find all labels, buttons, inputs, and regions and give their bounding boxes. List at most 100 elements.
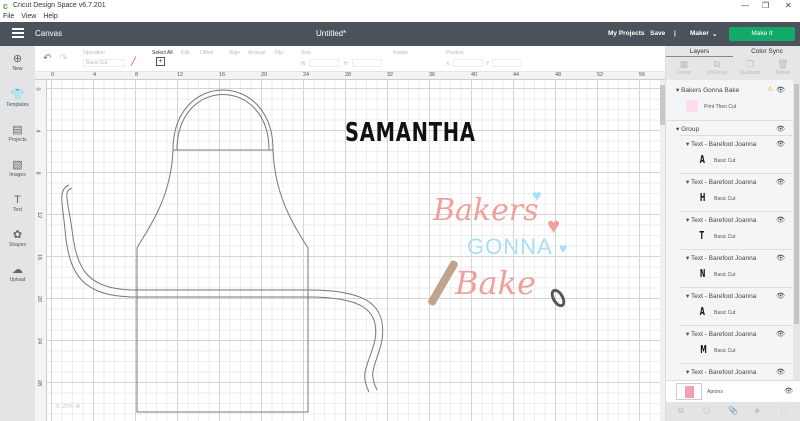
layer-operation: Basic Cut [714, 234, 736, 240]
ruler-tick-label: 16 [219, 72, 226, 78]
ruler-tick-label: 28 [345, 72, 352, 78]
sidebar-item-new[interactable]: ⊕ New [0, 52, 35, 72]
close-button[interactable]: ✕ [785, 1, 792, 10]
layer-text[interactable]: ▾ Text - Barefoot Joanna 👁 A Basic Cut [666, 290, 793, 326]
contour-icon[interactable]: ⛶ [781, 406, 787, 416]
edit-button[interactable]: Edit [181, 50, 190, 56]
arrange-button[interactable]: Arrange [248, 50, 266, 56]
sidebar-label: New [12, 66, 23, 72]
flip-button[interactable]: Flip [275, 50, 283, 56]
layer-name: Bakers Gonna Bake [681, 87, 740, 94]
layer-text[interactable]: ▾ Text - Barefoot Joanna 👁 T Basic Cut [666, 214, 793, 250]
flatten-icon[interactable]: ◈ [754, 406, 760, 415]
width-input[interactable] [309, 59, 339, 67]
design-text-bake: Bake [455, 264, 536, 302]
heart-icon: ♥ [559, 240, 568, 256]
layers-scrollbar[interactable] [793, 80, 800, 380]
eye-icon[interactable]: 👁 [776, 368, 785, 376]
rotate-label: Rotate [393, 50, 408, 56]
ruler-tick-label: 12 [177, 72, 184, 78]
zoom-control[interactable]: ⊖ 25% ⊕ [55, 403, 80, 410]
sidebar-item-templates[interactable]: 👕 Templates [0, 88, 35, 108]
tab-color-sync[interactable]: Color Sync [733, 46, 800, 57]
delete-button[interactable]: 🗑 Delete [767, 59, 799, 76]
menu-view[interactable]: View [21, 13, 36, 20]
layers-list[interactable]: ▾ Bakers Gonna Bake ⚠ 👁 Print Then Cut ▾… [666, 80, 793, 380]
tab-layers[interactable]: Layers [666, 46, 733, 57]
undo-icon[interactable]: ↶ [43, 53, 51, 64]
plus-circle-icon: ⊕ [12, 53, 23, 65]
sidebar-item-images[interactable]: ▧ Images [0, 158, 35, 178]
heart-icon: ♥ [547, 213, 561, 238]
ruler-tick-label: 52 [597, 72, 604, 78]
y-input[interactable] [492, 59, 522, 67]
edit-toolbar: ↶ ↷ Operation Basic Cut ╱ Select All + E… [35, 46, 665, 72]
name-text-samantha[interactable]: SAMANTHA [345, 118, 476, 148]
canvas-blank-layer[interactable]: Aprons 👁 [666, 380, 800, 402]
maximize-button[interactable]: ❐ [762, 1, 769, 10]
layer-text[interactable]: ▾ Text - Barefoot Joanna 👁 H Basic Cut [666, 176, 793, 212]
hamburger-menu-icon[interactable] [12, 28, 24, 38]
eye-icon[interactable]: 👁 [776, 254, 785, 262]
layer-glyph: A [699, 153, 705, 166]
zoom-level: 25% [61, 404, 74, 410]
duplicate-button[interactable]: ❐ Duplicate [734, 59, 766, 76]
shapes-icon: ✿ [12, 229, 23, 241]
group-button[interactable]: ▦ Group [668, 59, 700, 76]
layer-name: Text - Barefoot Joanna [690, 141, 757, 148]
sidebar-item-projects[interactable]: ▤ Projects [0, 123, 35, 143]
eye-icon[interactable]: 👁 [784, 387, 793, 395]
operation-select[interactable]: Basic Cut [83, 59, 125, 67]
my-projects-button[interactable]: My Projects [608, 30, 645, 37]
bakers-gonna-bake-design[interactable]: Bakers GONNA Bake ♥ ♥ ♥ [427, 188, 569, 328]
sidebar-item-shapes[interactable]: ✿ Shapes [0, 228, 35, 248]
eye-icon[interactable]: 👁 [776, 330, 785, 338]
menu-help[interactable]: Help [43, 13, 57, 20]
save-button[interactable]: Save [650, 30, 665, 37]
weld-icon[interactable]: ⬠ [703, 406, 710, 415]
layer-operation: Basic Cut [714, 158, 736, 164]
ruler-tick-label: 12 [36, 211, 43, 219]
make-it-button[interactable]: Make It [729, 27, 795, 41]
shirt-icon: 👕 [10, 89, 25, 101]
layer-name: Text - Barefoot Joanna [690, 179, 757, 186]
ruler-tick-label: 4 [93, 72, 97, 78]
menu-file[interactable]: File [3, 13, 14, 20]
eye-icon[interactable]: 👁 [776, 178, 785, 186]
layer-text[interactable]: ▾ Text - Barefoot Joanna 👁 [666, 366, 793, 380]
eye-icon[interactable]: 👁 [776, 216, 785, 224]
eye-icon[interactable]: 👁 [776, 140, 785, 148]
layer-text[interactable]: ▾ Text - Barefoot Joanna 👁 A Basic Cut [666, 138, 793, 174]
height-input[interactable] [352, 59, 382, 67]
ungroup-button[interactable]: ⧉ UnGroup [701, 59, 733, 76]
operation-label: Operation [83, 50, 105, 56]
select-all-button[interactable]: + [156, 57, 165, 66]
ruler-tick-label: 36 [429, 72, 436, 78]
layer-glyph: H [699, 191, 706, 204]
apron-thumbnail [676, 383, 702, 400]
chevron-down-icon[interactable]: ⌄ [712, 30, 717, 38]
header-separator: | [674, 30, 676, 37]
layer-text[interactable]: ▾ Text - Barefoot Joanna 👁 N Basic Cut [666, 252, 793, 288]
machine-select[interactable]: Maker [690, 30, 709, 37]
eye-icon[interactable]: 👁 [776, 86, 785, 94]
minimize-button[interactable]: — [741, 1, 749, 10]
sidebar-item-upload[interactable]: ☁ Upload [0, 263, 35, 283]
align-button[interactable]: Align [229, 50, 240, 56]
x-input[interactable] [453, 59, 483, 67]
eye-icon[interactable]: 👁 [776, 125, 785, 133]
attach-icon[interactable]: 📎 [728, 406, 738, 415]
layer-text[interactable]: ▾ Text - Barefoot Joanna 👁 M Basic Cut [666, 328, 793, 364]
sidebar-item-text[interactable]: T Text [0, 193, 35, 213]
design-text-gonna: GONNA [467, 234, 553, 259]
redo-icon[interactable]: ↷ [59, 53, 67, 64]
offset-button[interactable]: Offset [200, 50, 213, 56]
eye-icon[interactable]: 👁 [776, 292, 785, 300]
slice-icon[interactable]: ⧉ [678, 406, 684, 416]
tool-label: Group [677, 70, 691, 76]
layer-name: Text - Barefoot Joanna [690, 369, 757, 376]
ruler-tick-label: 24 [303, 72, 310, 78]
pen-color-icon[interactable]: ╱ [131, 57, 136, 66]
layer-bakers-gonna-bake[interactable]: ▾ Bakers Gonna Bake ⚠ 👁 Print Then Cut [666, 83, 793, 119]
layer-operation: Basic Cut [714, 348, 736, 354]
